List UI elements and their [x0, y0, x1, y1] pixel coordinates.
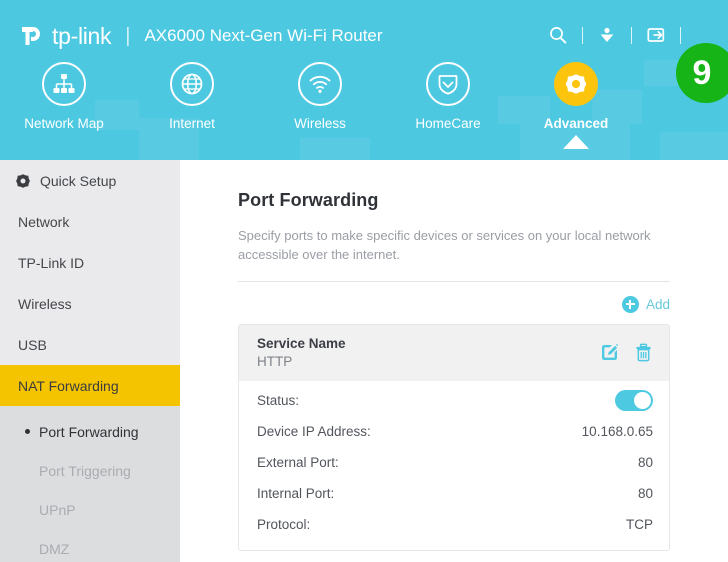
card-header: Service Name HTTP: [239, 324, 669, 381]
header-decoration: [660, 132, 728, 160]
wifi-icon: [298, 62, 342, 106]
sidebar-item-label: Quick Setup: [40, 172, 117, 189]
sidebar-subitem-label: Port Triggering: [39, 462, 131, 479]
sidebar-item-upnp[interactable]: UPnP: [0, 490, 180, 529]
tab-label: HomeCare: [415, 116, 481, 131]
brand[interactable]: tp-link | AX6000 Next-Gen Wi-Fi Router: [18, 20, 383, 52]
sidebar-item-label: Network: [18, 213, 70, 230]
row-label: Protocol:: [257, 516, 311, 532]
tab-internet[interactable]: Internet: [128, 62, 256, 131]
status-toggle[interactable]: [615, 389, 653, 411]
header-divider: [582, 26, 583, 44]
sidebar-item-label: Wireless: [18, 295, 72, 312]
trash-icon[interactable]: [634, 343, 653, 362]
service-name-value: HTTP: [257, 353, 293, 369]
row-label: External Port:: [257, 454, 339, 470]
add-button-label: Add: [645, 296, 670, 312]
header-actions: [545, 22, 692, 48]
sidebar-item-port-triggering[interactable]: Port Triggering: [0, 451, 180, 490]
sidebar-item-network[interactable]: Network: [0, 201, 180, 242]
sidebar-item-label: USB: [18, 336, 47, 353]
row-value: 80: [637, 454, 653, 470]
tab-network-map[interactable]: Network Map: [0, 62, 128, 131]
tab-wireless[interactable]: Wireless: [256, 62, 384, 131]
card-actions: [600, 343, 653, 362]
sidebar-subitem-label: UPnP: [39, 501, 76, 518]
tab-advanced[interactable]: Advanced: [512, 62, 640, 149]
brand-wordmark: tp-link: [52, 23, 112, 49]
download-icon[interactable]: [594, 22, 620, 48]
status-badge[interactable]: 9: [676, 43, 728, 103]
tab-label: Wireless: [294, 116, 346, 131]
row-internal-port: Internal Port: 80: [257, 478, 653, 509]
row-label: Device IP Address:: [257, 423, 371, 439]
row-label: Status:: [257, 392, 300, 408]
sidebar-item-nat-forwarding[interactable]: NAT Forwarding: [0, 365, 180, 406]
row-label: Internal Port:: [257, 485, 335, 501]
globe-icon: [170, 62, 214, 106]
divider: [238, 280, 670, 282]
page-header: tp-link | AX6000 Next-Gen Wi-Fi Router 9…: [0, 0, 728, 160]
row-value: 80: [637, 485, 653, 501]
row-value: 10.168.0.65: [581, 423, 653, 439]
search-icon[interactable]: [545, 22, 571, 48]
toggle-knob: [634, 391, 651, 409]
sidebar-item-port-forwarding[interactable]: Port Forwarding: [0, 412, 180, 451]
row-external-port: External Port: 80: [257, 447, 653, 478]
row-value: TCP: [626, 516, 653, 532]
tp-link-logo-icon: [18, 21, 48, 51]
brand-separator: |: [125, 25, 131, 47]
shield-icon: [426, 62, 470, 106]
header-divider: [680, 26, 681, 44]
main-content: Port Forwarding Specify ports to make sp…: [180, 160, 728, 562]
page-title: Port Forwarding: [238, 190, 379, 210]
row-protocol: Protocol: TCP: [257, 509, 653, 540]
sidebar-subitem-label: Port Forwarding: [39, 423, 139, 440]
network-map-icon: [42, 62, 86, 106]
add-button[interactable]: Add: [621, 295, 670, 313]
service-name-label: Service Name: [257, 335, 346, 351]
sidebar-item-wireless[interactable]: Wireless: [0, 283, 180, 324]
sidebar-item-quick-setup[interactable]: Quick Setup: [0, 160, 180, 201]
gear-icon: [554, 62, 598, 106]
card-body: Status: Device IP Address: 10.168.0.65 E…: [239, 381, 669, 550]
add-row: Add: [238, 295, 670, 313]
main-navigation: Network Map Internet Wireless HomeCare A…: [0, 62, 640, 160]
port-forwarding-entry-card: Service Name HTTP Status: Device IP Addr…: [238, 323, 670, 551]
sidebar-submenu: Port Forwarding Port Triggering UPnP DMZ: [0, 406, 180, 562]
sidebar-item-tp-link-id[interactable]: TP-Link ID: [0, 242, 180, 283]
edit-icon[interactable]: [600, 343, 619, 362]
header-divider: [631, 26, 632, 44]
router-admin-page: tp-link | AX6000 Next-Gen Wi-Fi Router 9…: [0, 0, 728, 562]
gear-icon: [15, 173, 31, 189]
row-status: Status:: [257, 385, 653, 416]
tab-homecare[interactable]: HomeCare: [384, 62, 512, 131]
sidebar-item-label: TP-Link ID: [18, 254, 85, 271]
row-device-ip-address: Device IP Address: 10.168.0.65: [257, 416, 653, 447]
router-model-name: AX6000 Next-Gen Wi-Fi Router: [144, 26, 383, 45]
page-description: Specify ports to make specific devices o…: [238, 228, 651, 262]
service-name-block: Service Name HTTP: [257, 336, 346, 369]
sidebar-item-usb[interactable]: USB: [0, 324, 180, 365]
logout-icon[interactable]: [643, 22, 669, 48]
sidebar-item-label: NAT Forwarding: [18, 377, 119, 394]
plus-icon: [621, 295, 639, 313]
tab-label: Network Map: [24, 116, 104, 131]
active-tab-pointer: [563, 135, 589, 149]
sidebar-item-dmz[interactable]: DMZ: [0, 529, 180, 562]
selected-dot-icon: [25, 429, 30, 434]
tab-label: Advanced: [543, 116, 609, 131]
sidebar-subitem-label: DMZ: [39, 540, 70, 557]
sidebar: Quick Setup Network TP-Link ID Wireless …: [0, 160, 180, 562]
tab-label: Internet: [169, 116, 215, 131]
